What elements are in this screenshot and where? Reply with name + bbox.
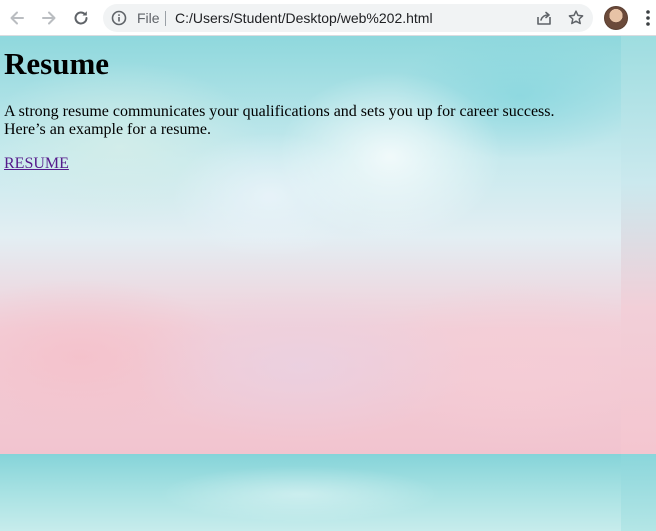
page-title: Resume [4, 46, 110, 81]
info-icon[interactable] [111, 10, 127, 26]
address-bar[interactable]: File C:/Users/Student/Desktop/web%202.ht… [103, 4, 593, 32]
page-viewport: Resume A strong resume communicates your… [0, 36, 656, 531]
back-arrow-icon [10, 11, 24, 25]
description-line-2: Here’s an example for a resume. [4, 121, 212, 138]
description-line-1: A strong resume communicates your qualif… [4, 103, 555, 120]
forward-arrow-icon [42, 11, 56, 25]
kebab-menu-icon[interactable] [638, 6, 656, 30]
page-content: Resume A strong resume communicates your… [0, 36, 656, 531]
reload-button[interactable] [69, 6, 93, 30]
resume-description: A strong resume communicates your qualif… [4, 103, 604, 139]
forward-button[interactable] [37, 6, 61, 30]
address-url[interactable]: C:/Users/Student/Desktop/web%202.html [175, 10, 433, 26]
address-divider [165, 11, 166, 26]
browser-toolbar: File C:/Users/Student/Desktop/web%202.ht… [0, 0, 656, 36]
share-icon[interactable] [535, 9, 553, 27]
star-icon[interactable] [567, 9, 585, 27]
browser-window: File C:/Users/Student/Desktop/web%202.ht… [0, 0, 656, 531]
file-scheme-label: File [137, 10, 160, 26]
back-button[interactable] [5, 6, 29, 30]
reload-icon [74, 11, 88, 25]
avatar[interactable] [604, 6, 628, 30]
resume-link-paragraph: RESUME [4, 155, 604, 173]
resume-link[interactable]: RESUME [4, 155, 69, 172]
